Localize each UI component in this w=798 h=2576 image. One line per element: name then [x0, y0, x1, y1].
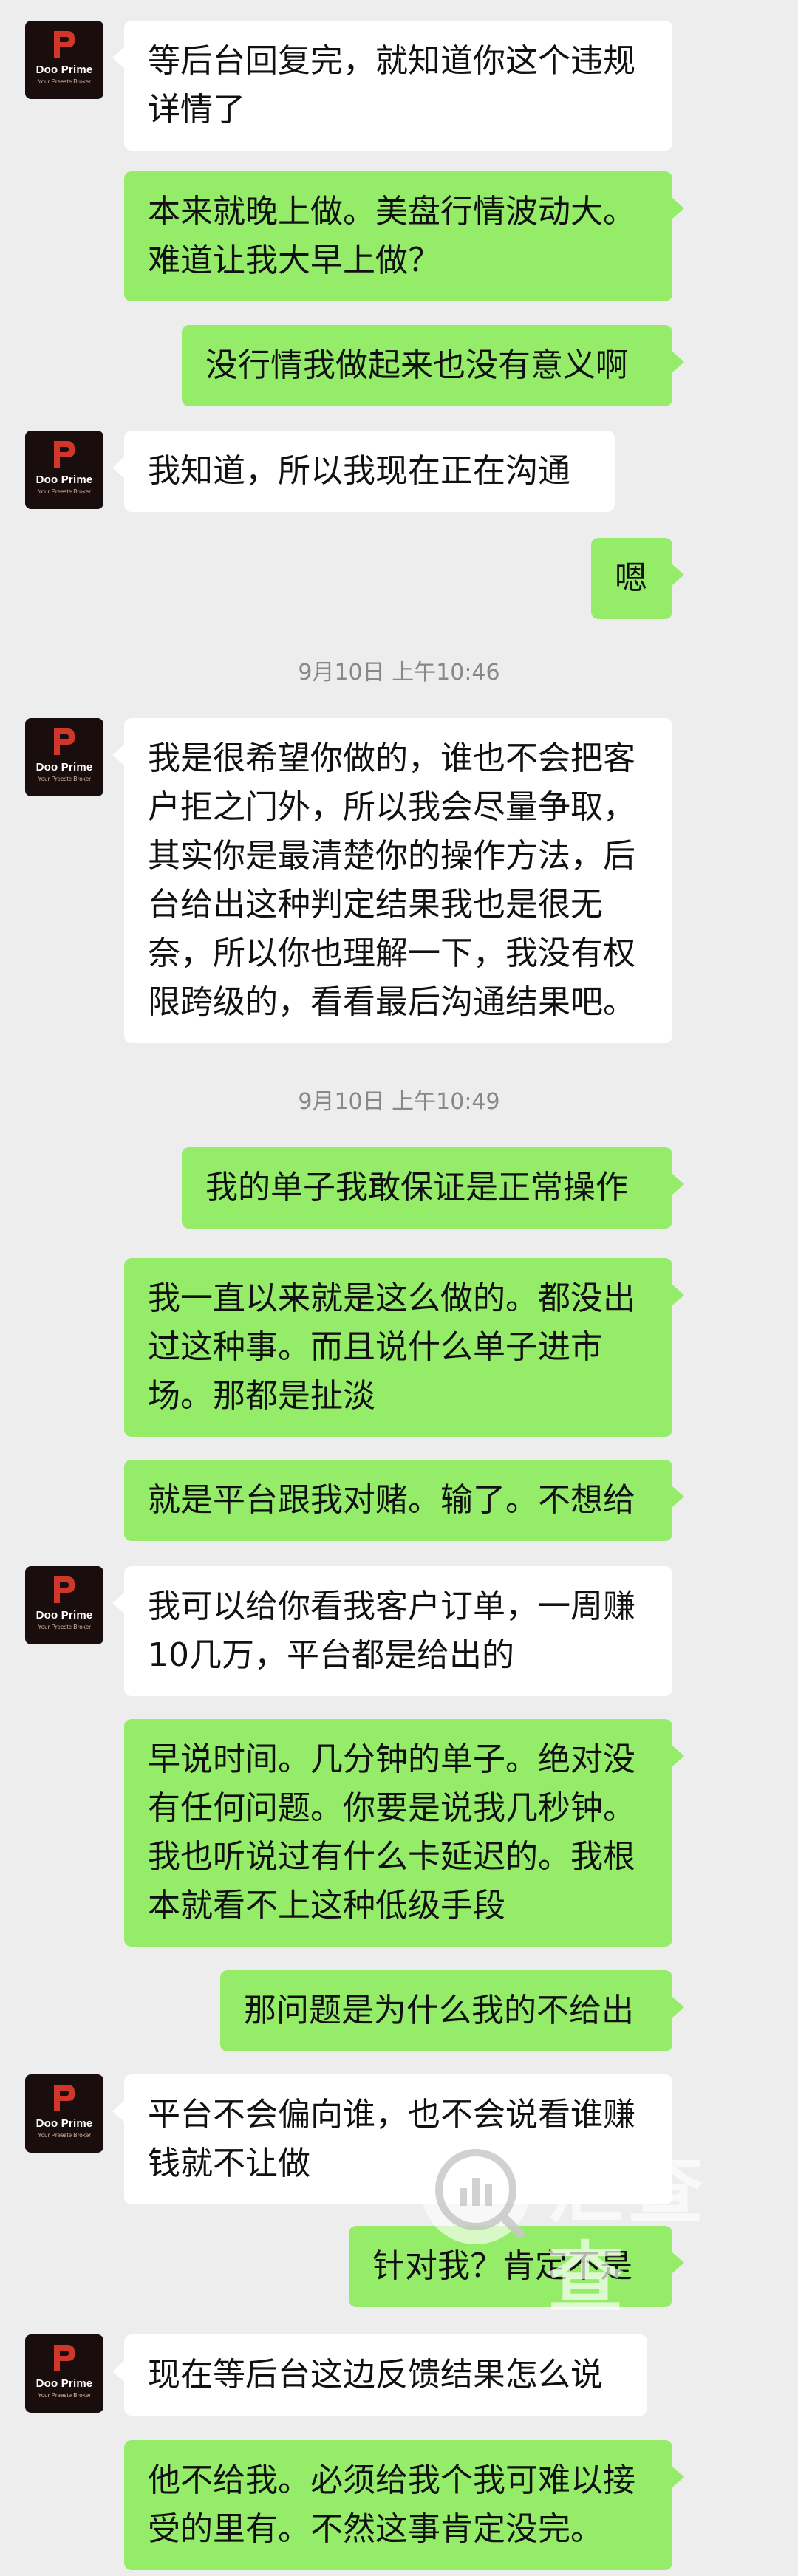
message-bubble[interactable]: 针对我？肯定不是: [349, 2226, 684, 2307]
doo-prime-logo-icon: [54, 2345, 75, 2371]
doo-prime-logo-icon: [54, 31, 75, 58]
message-bubble[interactable]: 嗯: [591, 538, 684, 619]
avatar-brand-text: Doo Prime: [35, 64, 93, 76]
timestamp: 9月10日 上午10:49: [298, 1089, 500, 1115]
doo-prime-logo-icon: [54, 728, 75, 755]
avatar-brand-text: Doo Prime: [35, 2117, 93, 2130]
message-bubble[interactable]: 就是平台跟我对赌。输了。不想给: [124, 1460, 684, 1541]
avatar-slogan-text: Your Preeste Broker: [38, 1624, 91, 1630]
message-bubble[interactable]: 我是很希望你做的，谁也不会把客户拒之门外，所以我会尽量争取，其实你是最清楚你的操…: [112, 718, 672, 1043]
message-bubble[interactable]: 我的单子我敢保证是正常操作: [182, 1147, 684, 1229]
avatar-brand-text: Doo Prime: [35, 2377, 93, 2390]
avatar[interactable]: Doo Prime Your Preeste Broker: [25, 431, 103, 509]
avatar[interactable]: Doo Prime Your Preeste Broker: [25, 21, 103, 99]
avatar-slogan-text: Your Preeste Broker: [38, 78, 91, 85]
message-bubble[interactable]: 没行情我做起来也没有意义啊: [182, 325, 684, 406]
chat-window: Doo Prime Your Preeste Broker 等后台回复完，就知道…: [0, 0, 798, 2576]
avatar[interactable]: Doo Prime Your Preeste Broker: [25, 718, 103, 796]
avatar-brand-text: Doo Prime: [35, 474, 93, 486]
message-bubble[interactable]: 我可以给你看我客户订单，一周赚10几万，平台都是给出的: [112, 1566, 672, 1696]
doo-prime-logo-icon: [54, 441, 75, 468]
avatar-brand-text: Doo Prime: [35, 761, 93, 773]
avatar-slogan-text: Your Preeste Broker: [38, 776, 91, 782]
message-bubble[interactable]: 等后台回复完，就知道你这个违规详情了: [112, 21, 672, 151]
avatar[interactable]: Doo Prime Your Preeste Broker: [25, 1566, 103, 1644]
avatar-brand-text: Doo Prime: [35, 1609, 93, 1622]
message-bubble[interactable]: 我一直以来就是这么做的。都没出过这种事。而且说什么单子进市场。那都是扯淡: [124, 1258, 684, 1437]
doo-prime-logo-icon: [54, 2085, 75, 2111]
avatar-slogan-text: Your Preeste Broker: [38, 488, 91, 495]
message-bubble[interactable]: 我知道，所以我现在正在沟通: [112, 431, 615, 512]
doo-prime-logo-icon: [54, 1576, 75, 1603]
message-bubble[interactable]: 他不给我。必须给我个我可难以接受的里有。不然这事肯定没完。: [124, 2440, 684, 2570]
avatar[interactable]: Doo Prime Your Preeste Broker: [25, 2334, 103, 2413]
message-bubble[interactable]: 早说时间。几分钟的单子。绝对没有任何问题。你要是说我几秒钟。我也听说过有什么卡延…: [124, 1719, 684, 1947]
avatar[interactable]: Doo Prime Your Preeste Broker: [25, 2074, 103, 2153]
message-bubble[interactable]: 那问题是为什么我的不给出: [220, 1970, 684, 2051]
avatar-slogan-text: Your Preeste Broker: [38, 2132, 91, 2139]
avatar-slogan-text: Your Preeste Broker: [38, 2392, 91, 2399]
message-bubble[interactable]: 平台不会偏向谁，也不会说看谁赚钱就不让做: [112, 2074, 672, 2204]
timestamp: 9月10日 上午10:46: [298, 660, 500, 686]
message-bubble[interactable]: 本来就晚上做。美盘行情波动大。难道让我大早上做？: [124, 171, 684, 301]
message-bubble[interactable]: 现在等后台这边反馈结果怎么说: [112, 2334, 647, 2416]
